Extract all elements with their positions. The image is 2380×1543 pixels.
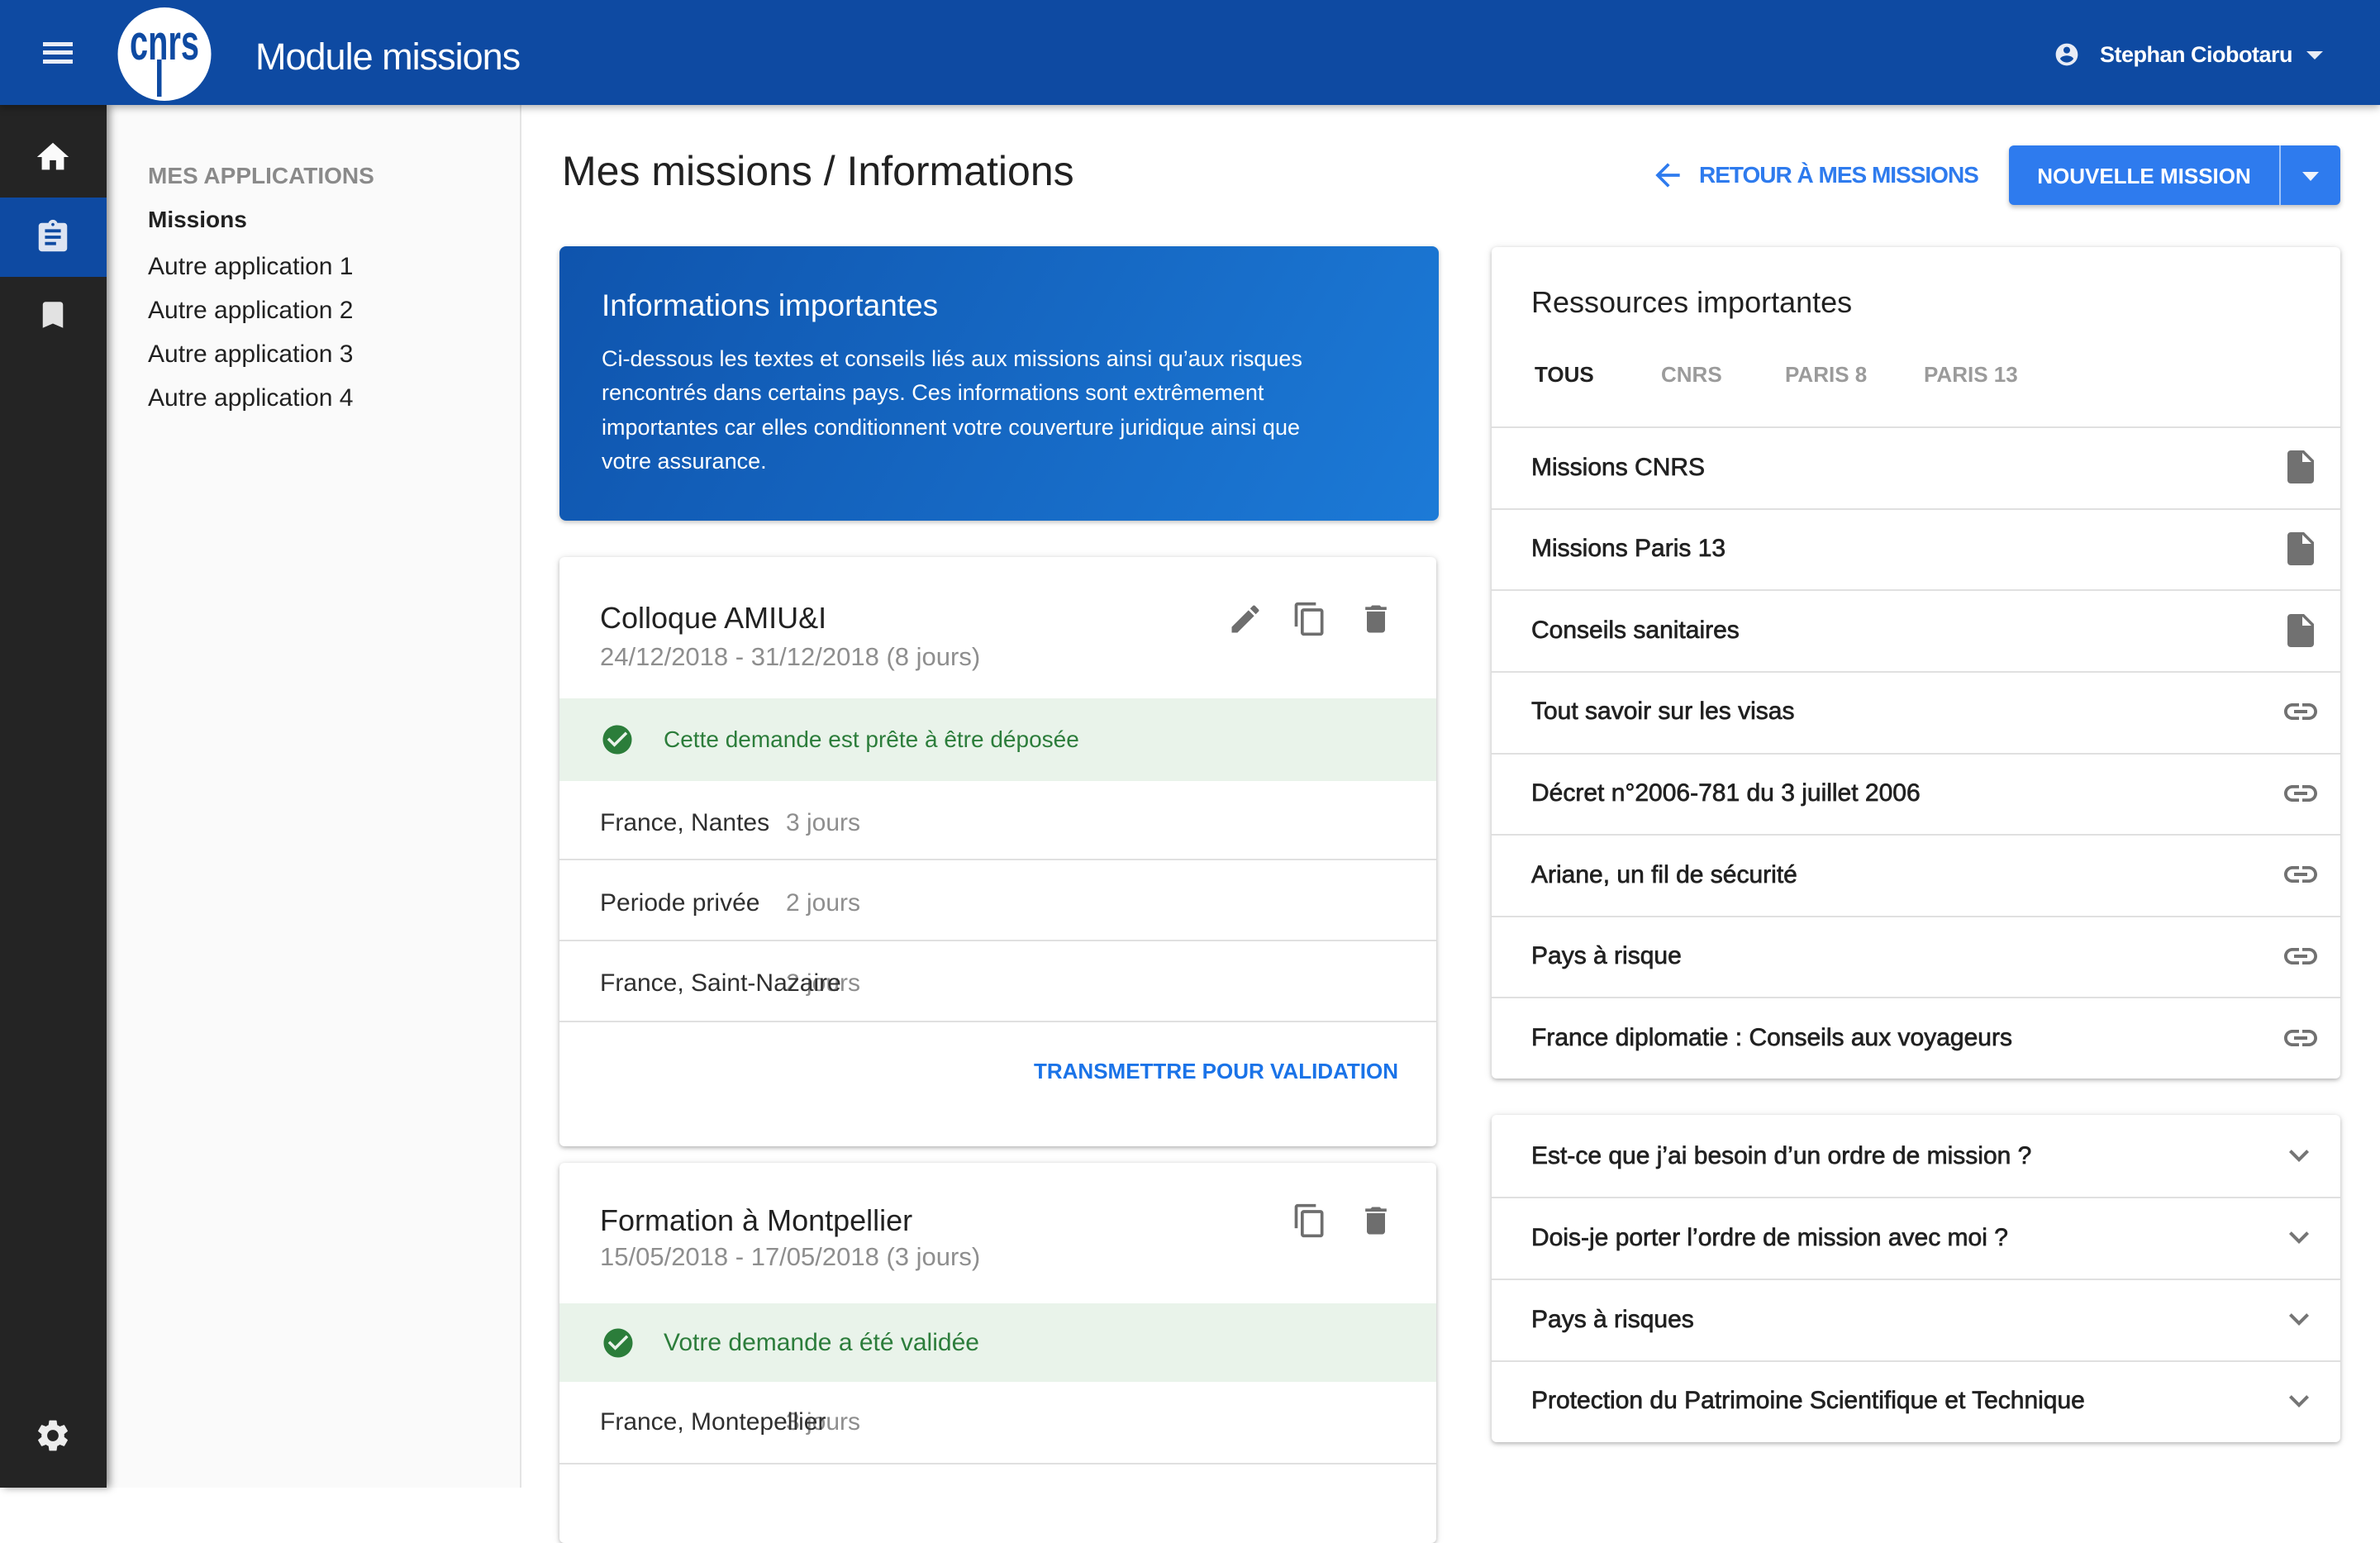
svg-text:cnrs: cnrs — [130, 15, 199, 70]
